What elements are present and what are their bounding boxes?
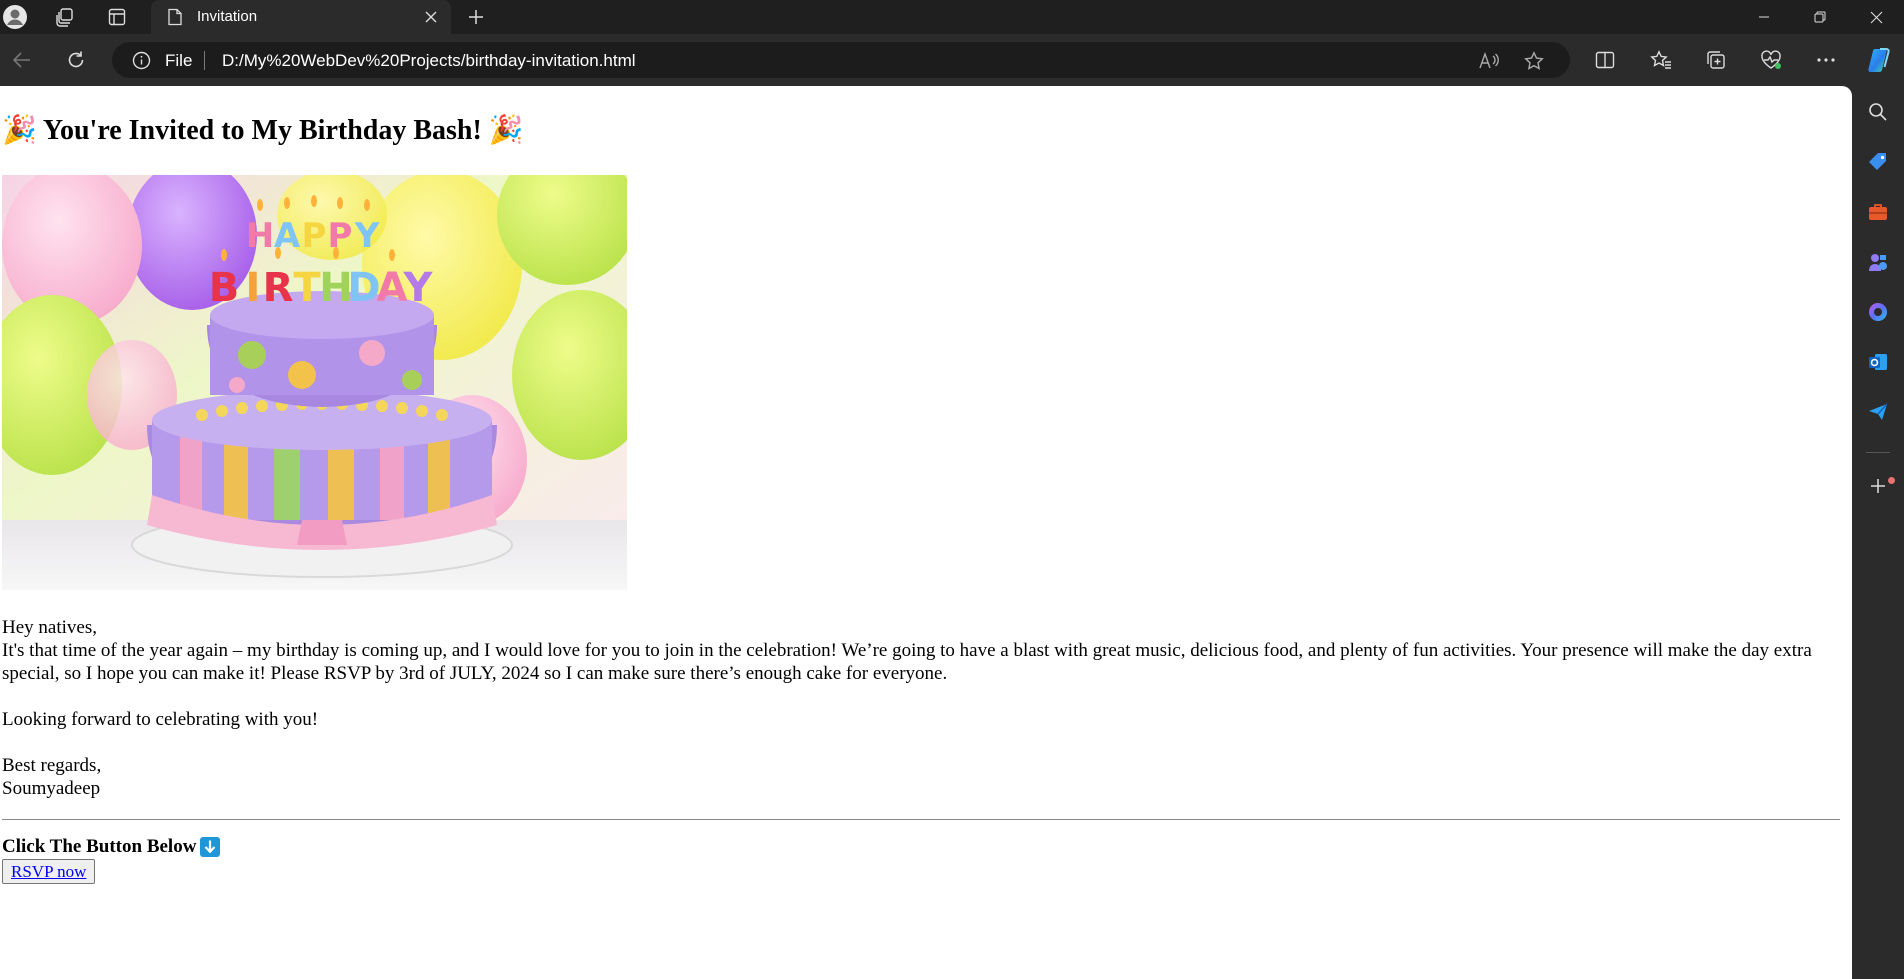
notification-dot	[1888, 477, 1895, 484]
invitation-body: Hey natives, It's that time of the year …	[2, 616, 1832, 800]
profile-avatar-icon[interactable]	[1, 3, 29, 31]
signature: Soumyadeep	[2, 778, 101, 799]
address-divider	[204, 51, 205, 70]
refresh-icon[interactable]	[60, 44, 92, 76]
tab-strip: Invitation	[0, 0, 1904, 34]
svg-text:Y: Y	[403, 265, 434, 311]
edge-sidebar	[1852, 86, 1904, 979]
svg-text:T: T	[293, 265, 321, 311]
browser-toolbar: File D:/My%20WebDev%20Projects/birthday-…	[0, 34, 1904, 86]
info-icon[interactable]	[132, 51, 151, 75]
cta-label: Click The Button Below	[2, 836, 221, 858]
party-popper-icon: 🎉	[2, 115, 37, 146]
svg-text:P: P	[302, 216, 327, 256]
svg-text:Y: Y	[354, 216, 380, 256]
svg-text:P: P	[328, 216, 353, 256]
down-arrow-icon	[200, 837, 221, 857]
svg-text:I: I	[246, 265, 261, 311]
search-icon[interactable]	[1862, 96, 1894, 128]
restore-icon[interactable]	[1792, 0, 1848, 34]
invitation-paragraph: It's that time of the year again – my bi…	[2, 640, 1812, 684]
signoff: Best regards,	[2, 755, 102, 776]
copilot-icon[interactable]	[1864, 44, 1896, 76]
more-icon[interactable]	[1810, 44, 1842, 76]
page-icon	[167, 8, 183, 31]
add-icon[interactable]	[1862, 470, 1894, 502]
split-screen-icon[interactable]	[1589, 44, 1621, 76]
horizontal-rule	[2, 819, 1840, 820]
workspaces-icon[interactable]	[51, 3, 79, 31]
send-icon[interactable]	[1862, 396, 1894, 428]
birthday-cake-image: H A P P Y B I R T H D A Y	[2, 175, 627, 590]
window-close-icon[interactable]	[1848, 0, 1904, 34]
heading-text: You're Invited to My Birthday Bash!	[42, 115, 482, 146]
games-icon[interactable]	[1862, 246, 1894, 278]
browser-essentials-icon[interactable]	[1755, 44, 1787, 76]
minimize-icon[interactable]	[1736, 0, 1792, 34]
sidebar-divider	[1866, 452, 1890, 453]
rsvp-link[interactable]: RSVP now	[11, 862, 86, 881]
rsvp-button[interactable]: RSVP now	[2, 859, 96, 884]
tab-title: Invitation	[197, 8, 258, 25]
page-viewport: 🎉 You're Invited to My Birthday Bash! 🎉	[0, 86, 1852, 979]
back-arrow-icon[interactable]	[6, 44, 38, 76]
close-icon[interactable]	[419, 5, 443, 29]
microsoft-365-icon[interactable]	[1862, 296, 1894, 328]
tools-icon[interactable]	[1862, 196, 1894, 228]
favorites-icon[interactable]	[1645, 44, 1677, 76]
svg-text:B: B	[209, 265, 240, 311]
plus-icon[interactable]	[462, 3, 490, 31]
svg-text:R: R	[263, 265, 294, 311]
page-title: 🎉 You're Invited to My Birthday Bash! 🎉	[2, 113, 524, 147]
url-text[interactable]: D:/My%20WebDev%20Projects/birthday-invit…	[222, 51, 636, 71]
url-scheme: File	[165, 51, 193, 70]
tab-actions-icon[interactable]	[103, 3, 131, 31]
tab-invitation[interactable]: Invitation	[151, 0, 451, 34]
cta-text: Click The Button Below	[2, 836, 197, 857]
read-aloud-icon[interactable]	[1476, 48, 1502, 74]
star-icon[interactable]	[1521, 48, 1547, 74]
shopping-tag-icon[interactable]	[1862, 146, 1894, 178]
party-popper-icon: 🎉	[488, 115, 524, 146]
outlook-icon[interactable]	[1862, 346, 1894, 378]
collections-icon[interactable]	[1700, 44, 1732, 76]
closing-line: Looking forward to celebrating with you!	[2, 709, 319, 730]
svg-text:H: H	[246, 216, 274, 256]
address-bar[interactable]: File D:/My%20WebDev%20Projects/birthday-…	[112, 42, 1570, 78]
greeting: Hey natives,	[2, 617, 97, 638]
